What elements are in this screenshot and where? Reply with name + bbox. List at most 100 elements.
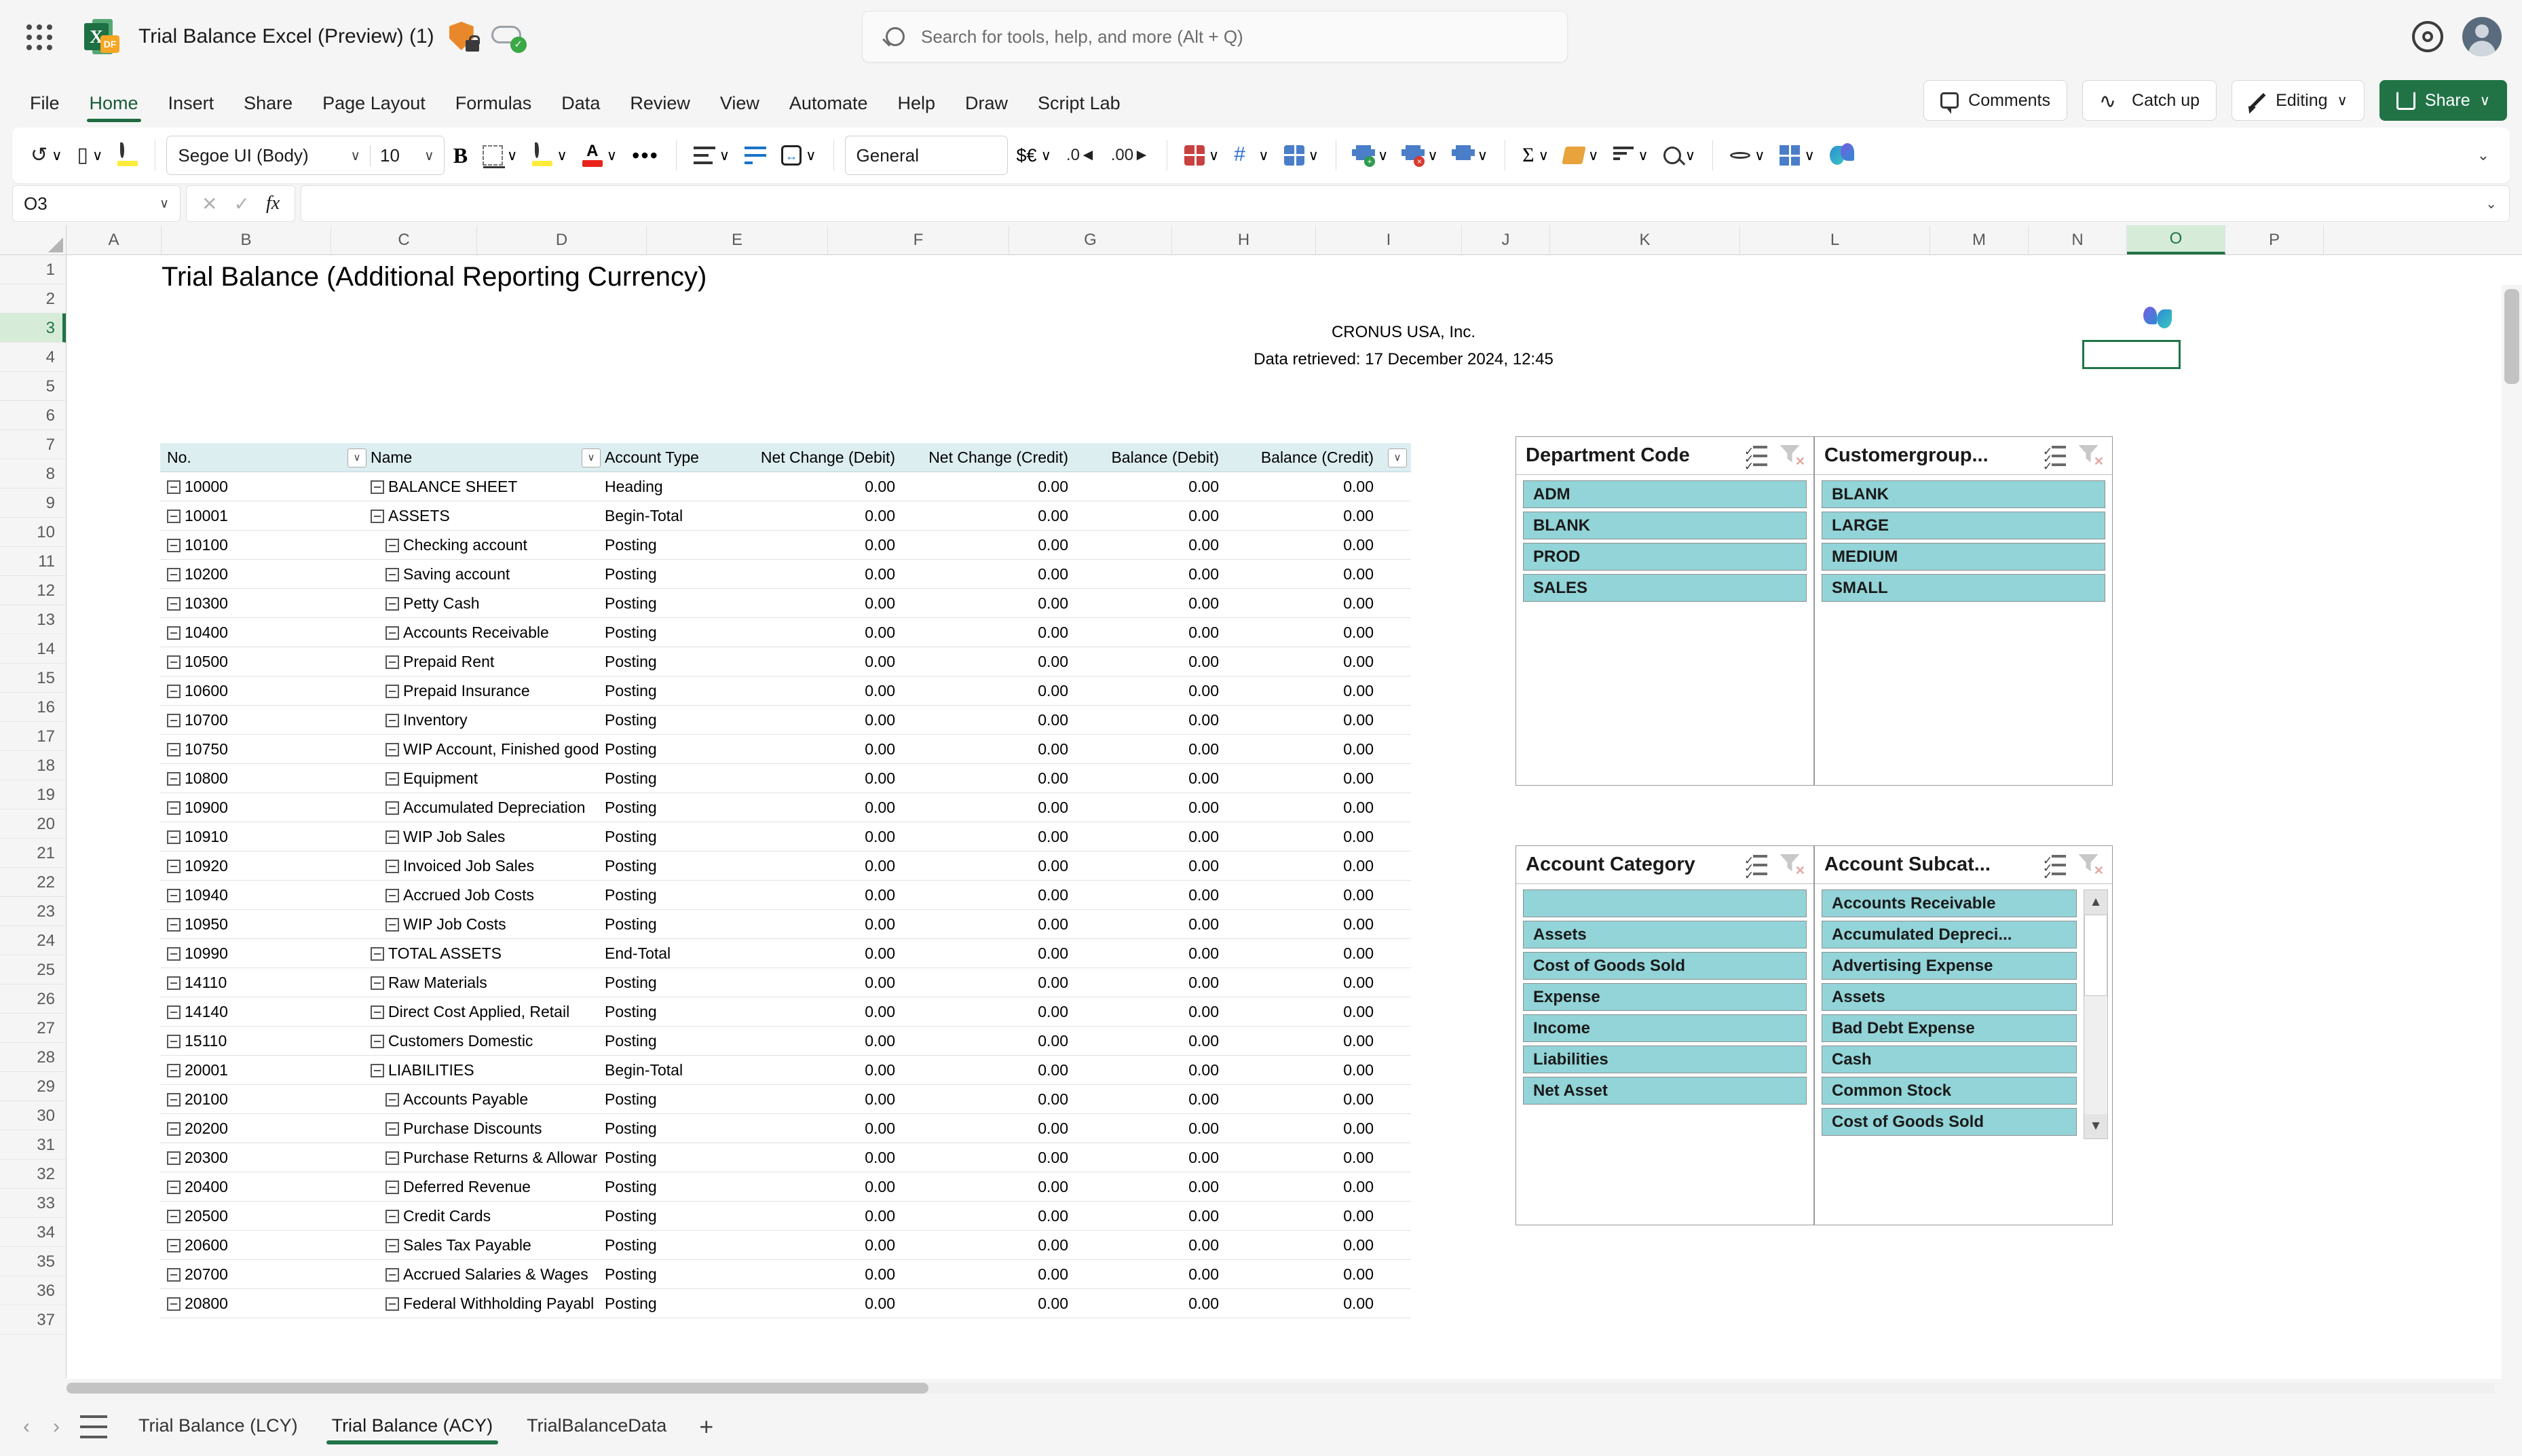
table-row[interactable]: 10750 WIP Account, Finished good Posting 0.… (160, 735, 1411, 764)
row-header-19[interactable]: 19 (0, 780, 66, 809)
wrap-text-button[interactable] (738, 136, 772, 175)
ribbon-tab-data[interactable]: Data (546, 88, 615, 128)
row-header-23[interactable]: 23 (0, 897, 66, 926)
sheet-tab-trial-balance-acy[interactable]: Trial Balance (ACY) (317, 1407, 508, 1447)
column-header-m[interactable]: M (1930, 225, 2029, 254)
row-header-29[interactable]: 29 (0, 1072, 66, 1101)
slicer-item[interactable]: Accounts Receivable (1822, 889, 2077, 917)
row-header-6[interactable]: 6 (0, 401, 66, 430)
group-collapse-icon[interactable] (167, 539, 181, 553)
slicer-item[interactable]: Cash (1822, 1046, 2077, 1073)
table-row[interactable]: 14110 Raw Materials Posting 0.00 0.00 0.00 0.0… (160, 968, 1411, 997)
name-box[interactable]: O3 ∨ (12, 185, 181, 222)
group-collapse-icon[interactable] (167, 480, 181, 495)
column-header-p[interactable]: P (2225, 225, 2324, 254)
group-collapse-icon[interactable] (385, 1151, 399, 1166)
decrease-decimal-button[interactable]: .0◄ (1060, 136, 1102, 175)
row-header-32[interactable]: 32 (0, 1160, 66, 1189)
column-header-b[interactable]: B (162, 225, 331, 254)
table-row[interactable]: 10910 WIP Job Sales Posting 0.00 0.00 0.00 0.0… (160, 822, 1411, 851)
group-collapse-icon[interactable] (385, 597, 399, 611)
table-row[interactable]: 10920 Invoiced Job Sales Posting 0.00 0.00 0.… (160, 851, 1411, 881)
group-collapse-icon[interactable] (167, 976, 181, 991)
group-collapse-icon[interactable] (385, 1093, 399, 1107)
group-collapse-icon[interactable] (167, 1151, 181, 1166)
sheet-tab-trial-balance-lcy[interactable]: Trial Balance (LCY) (124, 1407, 313, 1447)
slicer-account-subcategory[interactable]: Account Subcat... ✓ ✓ ✓ ✕ Accounts Receiva… (1814, 845, 2113, 1225)
font-name-chevron-down-icon[interactable]: ∨ (350, 147, 370, 164)
column-header-i[interactable]: I (1316, 225, 1462, 254)
number-format-select[interactable]: General (844, 136, 1008, 175)
filter-dropdown-icon-no[interactable]: ∨ (347, 448, 366, 467)
row-header-26[interactable]: 26 (0, 984, 66, 1014)
row-header-20[interactable]: 20 (0, 809, 66, 839)
row-header-17[interactable]: 17 (0, 722, 66, 751)
slicer-customer-group[interactable]: Customergroup... ✓ ✓ ✓ ✕ BLANK LARGE MEDIU… (1814, 436, 2113, 786)
font-size-chevron-down-icon[interactable]: ∨ (424, 147, 444, 164)
column-header-c[interactable]: C (331, 225, 477, 254)
scroll-up-icon[interactable]: ▲ (2084, 890, 2107, 915)
column-header-e[interactable]: E (647, 225, 828, 254)
group-collapse-icon[interactable] (385, 1210, 399, 1224)
slicer-item[interactable]: Advertising Expense (1822, 952, 2077, 980)
multi-select-icon[interactable]: ✓ ✓ ✓ (1744, 445, 1769, 472)
column-header-l[interactable]: L (1740, 225, 1930, 254)
slicer-item[interactable]: Income (1523, 1014, 1807, 1042)
add-sheet-button[interactable]: + (685, 1413, 727, 1441)
table-row[interactable]: 10001 ASSETS Begin-Total 0.00 0.00 0.00 0.00 (160, 501, 1411, 531)
ribbon-tab-view[interactable]: View (705, 88, 774, 128)
row-header-37[interactable]: 37 (0, 1305, 66, 1335)
ribbon-tab-review[interactable]: Review (615, 88, 705, 128)
horizontal-scrollbar[interactable] (0, 1379, 2522, 1398)
row-header-9[interactable]: 9 (0, 488, 66, 518)
group-collapse-icon[interactable] (371, 510, 384, 524)
group-collapse-icon[interactable] (167, 714, 181, 728)
group-collapse-icon[interactable] (167, 685, 181, 699)
row-header-28[interactable]: 28 (0, 1043, 66, 1072)
slicer-item[interactable]: BLANK (1822, 480, 2105, 508)
borders-button[interactable]: ∨ (476, 136, 523, 175)
insert-function-icon[interactable]: fx (266, 193, 280, 214)
undo-button[interactable]: ↺ ∨ (24, 136, 69, 175)
group-collapse-icon[interactable] (385, 889, 399, 903)
clear-filter-icon[interactable]: ✕ (1780, 854, 1805, 877)
group-collapse-icon[interactable] (385, 655, 399, 670)
group-collapse-icon[interactable] (167, 830, 181, 845)
table-row[interactable]: 10400 Accounts Receivable Posting 0.00 0.00 0… (160, 618, 1411, 647)
group-collapse-icon[interactable] (385, 626, 399, 640)
table-row[interactable]: 20500 Credit Cards Posting 0.00 0.00 0.00 0.00 (160, 1202, 1411, 1231)
autosum-button[interactable]: Σ ∨ (1516, 136, 1555, 175)
group-collapse-icon[interactable] (385, 830, 399, 845)
row-header-34[interactable]: 34 (0, 1218, 66, 1247)
slicer-item[interactable]: Bad Debt Expense (1822, 1014, 2077, 1042)
table-row[interactable]: 10300 Petty Cash Posting 0.00 0.00 0.00 0.00 (160, 589, 1411, 618)
row-header-30[interactable]: 30 (0, 1101, 66, 1130)
group-collapse-icon[interactable] (385, 568, 399, 582)
cloud-saved-icon[interactable]: ✓ (491, 22, 527, 53)
slicer-item[interactable]: Liabilities (1523, 1046, 1807, 1073)
currency-format-button[interactable]: $€ ∨ (1011, 136, 1057, 175)
multi-select-icon[interactable]: ✓ ✓ ✓ (2043, 445, 2067, 472)
slicer-item[interactable]: Assets (1523, 921, 1807, 949)
group-collapse-icon[interactable] (371, 947, 384, 961)
group-collapse-icon[interactable] (167, 1239, 181, 1253)
row-header-1[interactable]: 1 (0, 255, 66, 284)
group-collapse-icon[interactable] (385, 1297, 399, 1311)
account-avatar[interactable] (2462, 17, 2502, 56)
group-collapse-icon[interactable] (167, 1093, 181, 1107)
ribbon-tab-insert[interactable]: Insert (153, 88, 229, 128)
table-row[interactable]: 10100 Checking account Posting 0.00 0.00 0.00… (160, 531, 1411, 560)
clear-button[interactable]: ∨ (1558, 136, 1604, 175)
group-collapse-icon[interactable] (167, 568, 181, 582)
column-header-n[interactable]: N (2029, 225, 2127, 254)
col-header-name[interactable]: Name ∨ (371, 443, 605, 472)
group-collapse-icon[interactable] (167, 860, 181, 874)
group-collapse-icon[interactable] (167, 597, 181, 611)
group-collapse-icon[interactable] (385, 743, 399, 757)
column-header-h[interactable]: H (1172, 225, 1316, 254)
table-row[interactable]: 20800 Federal Withholding Payabl Posting 0.… (160, 1289, 1411, 1318)
column-header-f[interactable]: F (828, 225, 1009, 254)
find-select-button[interactable]: ∨ (1657, 136, 1701, 175)
group-collapse-icon[interactable] (385, 1239, 399, 1253)
clear-filter-icon[interactable]: ✕ (2078, 854, 2104, 877)
